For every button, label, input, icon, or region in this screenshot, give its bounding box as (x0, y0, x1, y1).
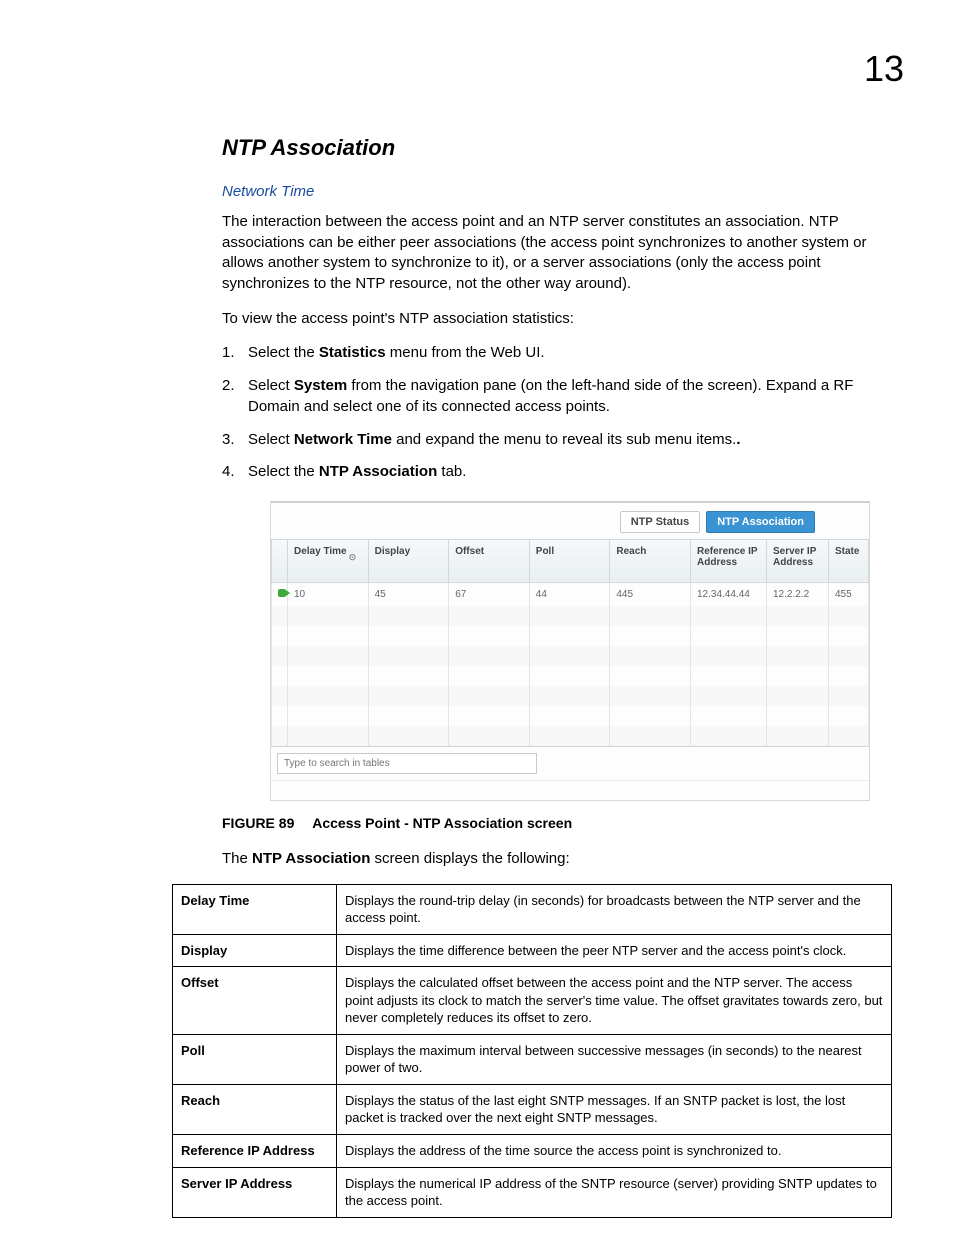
col-header[interactable]: Reach (610, 539, 691, 582)
panel-footer (271, 780, 869, 800)
figure-title: Access Point - NTP Association screen (312, 815, 572, 831)
cell: 44 (529, 582, 610, 606)
definition-row: ReachDisplays the status of the last eig… (173, 1084, 892, 1134)
step-pre: Select (248, 377, 294, 394)
step-bold: Network Time (294, 431, 392, 448)
table-row (272, 726, 869, 746)
def-term: Offset (173, 967, 337, 1035)
tab-ntp-status[interactable]: NTP Status (620, 511, 700, 533)
table-search-input[interactable] (277, 753, 537, 774)
def-desc: Displays the maximum interval between su… (337, 1034, 892, 1084)
step-pre: Select the (248, 344, 319, 361)
step-bold: Statistics (319, 344, 386, 361)
cell: 445 (610, 582, 691, 606)
search-row (271, 746, 869, 780)
def-desc: Displays the address of the time source … (337, 1135, 892, 1168)
text: screen displays the following: (370, 850, 569, 867)
cell: 10 (288, 582, 369, 606)
definition-row: Server IP AddressDisplays the numerical … (173, 1167, 892, 1217)
table-row (272, 646, 869, 666)
after-figure-paragraph: The NTP Association screen displays the … (222, 849, 894, 870)
breadcrumb-link[interactable]: Network Time (222, 183, 894, 200)
status-col-header[interactable] (272, 539, 288, 582)
step-post: tab. (437, 463, 466, 480)
app-panel: NTP Status NTP Association Delay Time⊙ D… (270, 501, 870, 801)
page-content: NTP Association Network Time The interac… (0, 0, 954, 1218)
table-row[interactable]: 10 45 67 44 445 12.34.44.44 12.2.2.2 455 (272, 582, 869, 606)
col-header[interactable]: Server IP Address (767, 539, 829, 582)
figure-caption: FIGURE 89 Access Point - NTP Association… (222, 815, 894, 831)
col-header[interactable]: State (829, 539, 869, 582)
step-item: 4.Select the NTP Association tab. (222, 462, 894, 483)
step-item: 3.Select Network Time and expand the men… (222, 430, 894, 451)
tab-ntp-association[interactable]: NTP Association (706, 511, 815, 533)
def-term: Reference IP Address (173, 1135, 337, 1168)
cell: 12.2.2.2 (767, 582, 829, 606)
definition-row: Reference IP AddressDisplays the address… (173, 1135, 892, 1168)
definition-row: Delay TimeDisplays the round-trip delay … (173, 884, 892, 934)
def-term: Display (173, 934, 337, 967)
grid-header-row: Delay Time⊙ Display Offset Poll Reach Re… (272, 539, 869, 582)
tab-bar: NTP Status NTP Association (271, 503, 869, 539)
def-desc: Displays the status of the last eight SN… (337, 1084, 892, 1134)
step-item: 1.Select the Statistics menu from the We… (222, 343, 894, 364)
table-row (272, 666, 869, 686)
definition-row: PollDisplays the maximum interval betwee… (173, 1034, 892, 1084)
status-cell (272, 582, 288, 606)
def-term: Delay Time (173, 884, 337, 934)
step-pre: Select (248, 431, 294, 448)
def-desc: Displays the numerical IP address of the… (337, 1167, 892, 1217)
col-header[interactable]: Offset (449, 539, 530, 582)
cell: 12.34.44.44 (691, 582, 767, 606)
def-desc: Displays the time difference between the… (337, 934, 892, 967)
definition-row: OffsetDisplays the calculated offset bet… (173, 967, 892, 1035)
step-bold: NTP Association (319, 463, 437, 480)
step-post: and expand the menu to reveal its sub me… (392, 431, 736, 448)
table-row (272, 686, 869, 706)
figure-label: FIGURE 89 (222, 815, 294, 831)
definition-row: DisplayDisplays the time difference betw… (173, 934, 892, 967)
step-item: 2.Select System from the navigation pane… (222, 376, 894, 417)
cell: 67 (449, 582, 530, 606)
sort-icon[interactable]: ⊙ (349, 552, 357, 563)
status-icon (278, 589, 286, 597)
screenshot-figure: NTP Status NTP Association Delay Time⊙ D… (270, 501, 894, 801)
col-header[interactable]: Display (368, 539, 449, 582)
table-row (272, 606, 869, 626)
page-number: 13 (864, 48, 904, 90)
def-term: Reach (173, 1084, 337, 1134)
col-header[interactable]: Poll (529, 539, 610, 582)
def-term: Poll (173, 1034, 337, 1084)
table-row (272, 706, 869, 726)
step-pre: Select the (248, 463, 319, 480)
data-grid: Delay Time⊙ Display Offset Poll Reach Re… (271, 539, 869, 746)
steps-list: 1.Select the Statistics menu from the We… (222, 343, 894, 482)
cell: 45 (368, 582, 449, 606)
section-heading: NTP Association (222, 135, 894, 161)
def-term: Server IP Address (173, 1167, 337, 1217)
col-header[interactable]: Delay Time⊙ (288, 539, 369, 582)
table-row (272, 626, 869, 646)
lead-in-paragraph: To view the access point's NTP associati… (222, 309, 894, 330)
definition-table: Delay TimeDisplays the round-trip delay … (172, 884, 892, 1218)
def-desc: Displays the calculated offset between t… (337, 967, 892, 1035)
step-bold: System (294, 377, 347, 394)
text: The (222, 850, 252, 867)
intro-paragraph: The interaction between the access point… (222, 212, 894, 295)
cell: 455 (829, 582, 869, 606)
col-header[interactable]: Reference IP Address (691, 539, 767, 582)
text-bold: NTP Association (252, 850, 370, 867)
def-desc: Displays the round-trip delay (in second… (337, 884, 892, 934)
step-post: menu from the Web UI. (386, 344, 545, 361)
